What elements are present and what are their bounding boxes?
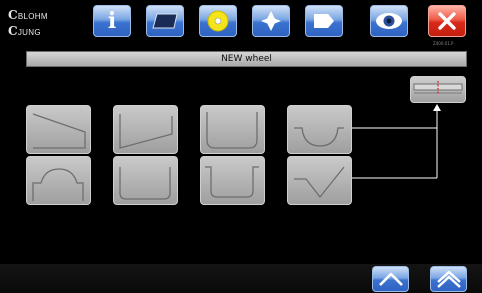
reference-wheel[interactable] [410,76,466,103]
arrow-up-icon [433,104,441,111]
reference-wheel-icon [413,81,463,95]
page-top-button[interactable] [430,266,467,292]
double-chevron-up-icon [436,270,461,288]
connector-lines [352,104,441,179]
page-up-button[interactable] [372,266,409,292]
bottom-bar [0,264,482,293]
chevron-up-icon [378,272,403,286]
